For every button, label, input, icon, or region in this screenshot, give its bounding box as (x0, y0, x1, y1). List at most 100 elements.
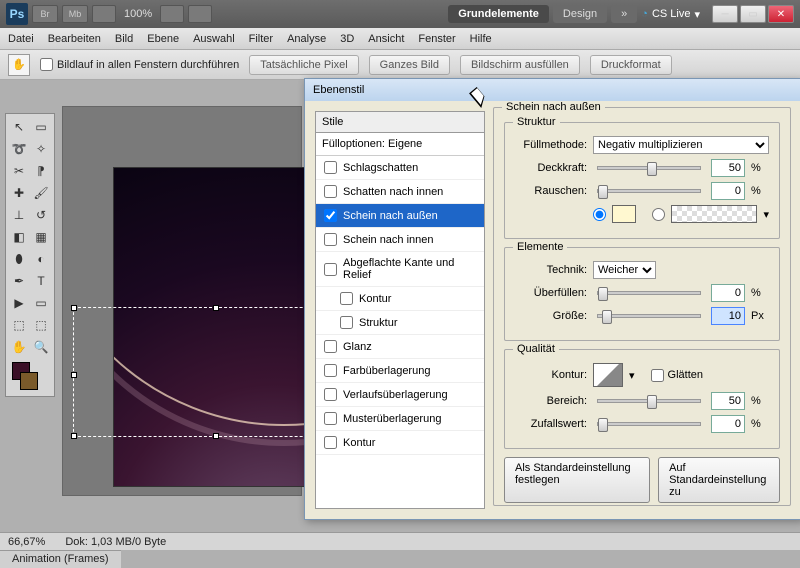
blur-tool[interactable]: ⬮ (8, 248, 30, 270)
style-item[interactable]: Kontur (316, 431, 484, 455)
hand-tool-icon[interactable]: ✋ (8, 54, 30, 76)
workspace-design[interactable]: Design (553, 5, 607, 23)
hand-tool[interactable]: ✋ (8, 336, 30, 358)
gradient-radio[interactable] (652, 208, 665, 221)
jitter-slider[interactable] (597, 422, 701, 426)
style-checkbox[interactable] (324, 388, 337, 401)
gradient-preview[interactable] (671, 205, 758, 223)
style-item[interactable]: Schlagschatten (316, 156, 484, 180)
style-item[interactable]: Schein nach außen (316, 204, 484, 228)
background-color[interactable] (20, 372, 38, 390)
size-input[interactable] (711, 307, 745, 325)
dodge-tool[interactable]: ◐ (30, 248, 52, 270)
animation-panel-tab[interactable]: Animation (Frames) (0, 550, 121, 568)
menu-bearbeiten[interactable]: Bearbeiten (48, 33, 101, 45)
path-select-tool[interactable]: ▶ (8, 292, 30, 314)
3d-camera-tool[interactable]: ⬚ (30, 314, 52, 336)
style-checkbox[interactable] (340, 292, 353, 305)
style-checkbox[interactable] (340, 316, 353, 329)
style-item[interactable]: Musterüberlagerung (316, 407, 484, 431)
status-doc-size[interactable]: Dok: 1,03 MB/0 Byte (65, 536, 166, 548)
print-size-button[interactable]: Druckformat (590, 55, 672, 75)
style-checkbox[interactable] (324, 209, 337, 222)
style-checkbox[interactable] (324, 263, 337, 276)
workspace-more[interactable]: » (611, 5, 637, 23)
noise-slider[interactable] (597, 189, 701, 193)
screen-mode-dropdown[interactable] (188, 5, 212, 23)
jitter-input[interactable] (711, 415, 745, 433)
marquee-tool[interactable]: ▭ (30, 116, 52, 138)
menu-hilfe[interactable]: Hilfe (470, 33, 492, 45)
contour-picker[interactable] (593, 363, 623, 387)
eyedropper-tool[interactable]: ⁋ (30, 160, 52, 182)
fill-options-item[interactable]: Fülloptionen: Eigene (316, 133, 484, 156)
canvas[interactable] (62, 106, 302, 496)
menu-ansicht[interactable]: Ansicht (368, 33, 404, 45)
opacity-slider[interactable] (597, 166, 701, 170)
pen-tool[interactable]: ✒ (8, 270, 30, 292)
glow-color-swatch[interactable] (612, 205, 636, 223)
type-tool[interactable]: T (30, 270, 52, 292)
range-slider[interactable] (597, 399, 701, 403)
style-checkbox[interactable] (324, 364, 337, 377)
style-checkbox[interactable] (324, 161, 337, 174)
3d-tool[interactable]: ⬚ (8, 314, 30, 336)
style-item[interactable]: Farbüberlagerung (316, 359, 484, 383)
fit-screen-button[interactable]: Ganzes Bild (369, 55, 450, 75)
menu-filter[interactable]: Filter (249, 33, 273, 45)
style-checkbox[interactable] (324, 185, 337, 198)
technique-select[interactable]: Weicher (593, 261, 656, 279)
minibridge-button[interactable]: Mb (62, 5, 88, 23)
range-input[interactable] (711, 392, 745, 410)
minimize-button[interactable]: ─ (712, 5, 738, 23)
reset-default-button[interactable]: Auf Standardeinstellung zu (658, 457, 780, 503)
crop-tool[interactable]: ✂ (8, 160, 30, 182)
actual-pixels-button[interactable]: Tatsächliche Pixel (249, 55, 358, 75)
gradient-tool[interactable]: ▦ (30, 226, 52, 248)
style-item[interactable]: Abgeflachte Kante und Relief (316, 252, 484, 287)
zoom-level[interactable]: 100% (124, 8, 152, 20)
menu-auswahl[interactable]: Auswahl (193, 33, 235, 45)
color-radio[interactable] (593, 208, 606, 221)
style-checkbox[interactable] (324, 412, 337, 425)
menu-datei[interactable]: Datei (8, 33, 34, 45)
blend-mode-select[interactable]: Negativ multiplizieren (593, 136, 769, 154)
dialog-title-bar[interactable]: Ebenenstil (305, 79, 800, 101)
spread-slider[interactable] (597, 291, 701, 295)
bridge-button[interactable]: Br (32, 5, 58, 23)
contour-dropdown-icon[interactable]: ▾ (629, 369, 635, 382)
history-brush-tool[interactable]: ↺ (30, 204, 52, 226)
color-swatches[interactable] (8, 358, 52, 394)
style-item[interactable]: Kontur (316, 287, 484, 311)
style-checkbox[interactable] (324, 340, 337, 353)
brush-tool[interactable]: 🖌 (30, 182, 52, 204)
make-default-button[interactable]: Als Standardeinstellung festlegen (504, 457, 650, 503)
size-slider[interactable] (597, 314, 701, 318)
style-item[interactable]: Verlaufsüberlagerung (316, 383, 484, 407)
menu-bild[interactable]: Bild (115, 33, 133, 45)
opacity-input[interactable] (711, 159, 745, 177)
menu-ebene[interactable]: Ebene (147, 33, 179, 45)
heal-tool[interactable]: ✚ (8, 182, 30, 204)
style-item[interactable]: Struktur (316, 311, 484, 335)
antialias-checkbox[interactable]: Glätten (651, 369, 703, 382)
scroll-all-windows-checkbox[interactable]: Bildlauf in allen Fenstern durchführen (40, 58, 239, 71)
maximize-button[interactable]: ▭ (740, 5, 766, 23)
view-extras-dropdown[interactable] (92, 5, 116, 23)
style-item[interactable]: Glanz (316, 335, 484, 359)
style-item[interactable]: Schatten nach innen (316, 180, 484, 204)
wand-tool[interactable]: ✧ (30, 138, 52, 160)
cs-live-button[interactable]: ◔ CS Live ▾ (641, 8, 700, 21)
style-item[interactable]: Schein nach innen (316, 228, 484, 252)
fill-screen-button[interactable]: Bildschirm ausfüllen (460, 55, 580, 75)
zoom-tool[interactable]: 🔍 (30, 336, 52, 358)
arrange-docs-dropdown[interactable] (160, 5, 184, 23)
workspace-grundelemente[interactable]: Grundelemente (448, 5, 549, 23)
style-checkbox[interactable] (324, 436, 337, 449)
lasso-tool[interactable]: ➰ (8, 138, 30, 160)
menu-analyse[interactable]: Analyse (287, 33, 326, 45)
style-checkbox[interactable] (324, 233, 337, 246)
gradient-dropdown-icon[interactable]: ▾ (763, 208, 769, 221)
stamp-tool[interactable]: ⊥ (8, 204, 30, 226)
menu-3d[interactable]: 3D (340, 33, 354, 45)
